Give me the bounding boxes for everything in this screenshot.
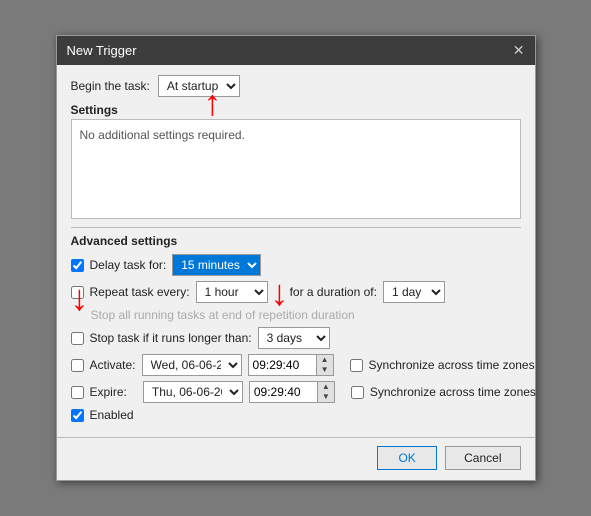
- dialog-body: Begin the task: At startup Settings No a…: [57, 65, 535, 437]
- begin-task-row: Begin the task: At startup: [71, 75, 521, 97]
- close-icon[interactable]: ✕: [513, 42, 525, 59]
- activate-checkbox[interactable]: [71, 359, 84, 372]
- begin-task-label: Begin the task:: [71, 79, 150, 93]
- activate-time-down[interactable]: ▼: [317, 365, 333, 375]
- enabled-label: Enabled: [90, 408, 134, 422]
- repeat-task-row: Repeat task every: 1 hour for a duration…: [71, 281, 521, 303]
- advanced-settings-label: Advanced settings: [71, 234, 521, 248]
- expire-date-select[interactable]: Thu, 06-06-20': [143, 381, 243, 403]
- expire-checkbox[interactable]: [71, 386, 84, 399]
- title-bar: New Trigger ✕: [57, 36, 535, 65]
- delay-task-select[interactable]: 15 minutes: [172, 254, 261, 276]
- settings-label: Settings: [71, 103, 521, 117]
- activate-time-up[interactable]: ▲: [317, 355, 333, 365]
- expire-label: Expire:: [90, 385, 127, 399]
- expire-time-down[interactable]: ▼: [318, 392, 334, 402]
- divider: [71, 227, 521, 228]
- activate-time-group: ▲ ▼: [248, 354, 334, 376]
- settings-box: No additional settings required.: [71, 119, 521, 219]
- expire-row: Expire: Thu, 06-06-20' ▲ ▼ Synchronize a…: [71, 381, 521, 403]
- activate-label: Activate:: [90, 358, 136, 372]
- repeat-every-select[interactable]: 1 hour: [196, 281, 268, 303]
- activate-sync-checkbox[interactable]: [350, 359, 363, 372]
- expire-time-up[interactable]: ▲: [318, 382, 334, 392]
- begin-task-select[interactable]: At startup: [158, 75, 240, 97]
- delay-task-row: Delay task for: 15 minutes: [71, 254, 521, 276]
- enabled-row: Enabled: [71, 408, 521, 422]
- activate-time-input[interactable]: [248, 354, 316, 376]
- enabled-checkbox[interactable]: [71, 409, 84, 422]
- expire-sync-label: Synchronize across time zones: [370, 385, 536, 399]
- activate-time-spinner: ▲ ▼: [316, 354, 334, 376]
- delay-task-checkbox[interactable]: [71, 259, 84, 272]
- activate-date-select[interactable]: Wed, 06-06-20': [142, 354, 242, 376]
- repeat-task-label: Repeat task every:: [90, 285, 190, 299]
- cancel-button[interactable]: Cancel: [445, 446, 520, 470]
- dialog-footer: OK Cancel: [57, 437, 535, 480]
- activate-row: Activate: Wed, 06-06-20' ▲ ▼ Synchronize…: [71, 354, 521, 376]
- expire-time-input[interactable]: [249, 381, 317, 403]
- expire-sync-checkbox[interactable]: [351, 386, 364, 399]
- stop-longer-row: Stop task if it runs longer than: 3 days: [71, 327, 521, 349]
- stop-longer-label: Stop task if it runs longer than:: [90, 331, 252, 345]
- ok-button[interactable]: OK: [377, 446, 437, 470]
- no-settings-text: No additional settings required.: [80, 128, 245, 142]
- for-duration-label: for a duration of:: [290, 285, 377, 299]
- activate-sync-label: Synchronize across time zones: [369, 358, 535, 372]
- expire-time-spinner: ▲ ▼: [317, 381, 335, 403]
- stop-longer-select[interactable]: 3 days: [258, 327, 330, 349]
- stop-longer-checkbox[interactable]: [71, 332, 84, 345]
- dialog-title: New Trigger: [67, 43, 137, 58]
- stop-running-row: Stop all running tasks at end of repetit…: [91, 308, 521, 322]
- repeat-task-checkbox[interactable]: [71, 286, 84, 299]
- stop-running-label: Stop all running tasks at end of repetit…: [91, 308, 355, 322]
- expire-time-group: ▲ ▼: [249, 381, 335, 403]
- new-trigger-dialog: New Trigger ✕ Begin the task: At startup…: [56, 35, 536, 481]
- delay-task-label: Delay task for:: [90, 258, 167, 272]
- for-duration-select[interactable]: 1 day: [383, 281, 445, 303]
